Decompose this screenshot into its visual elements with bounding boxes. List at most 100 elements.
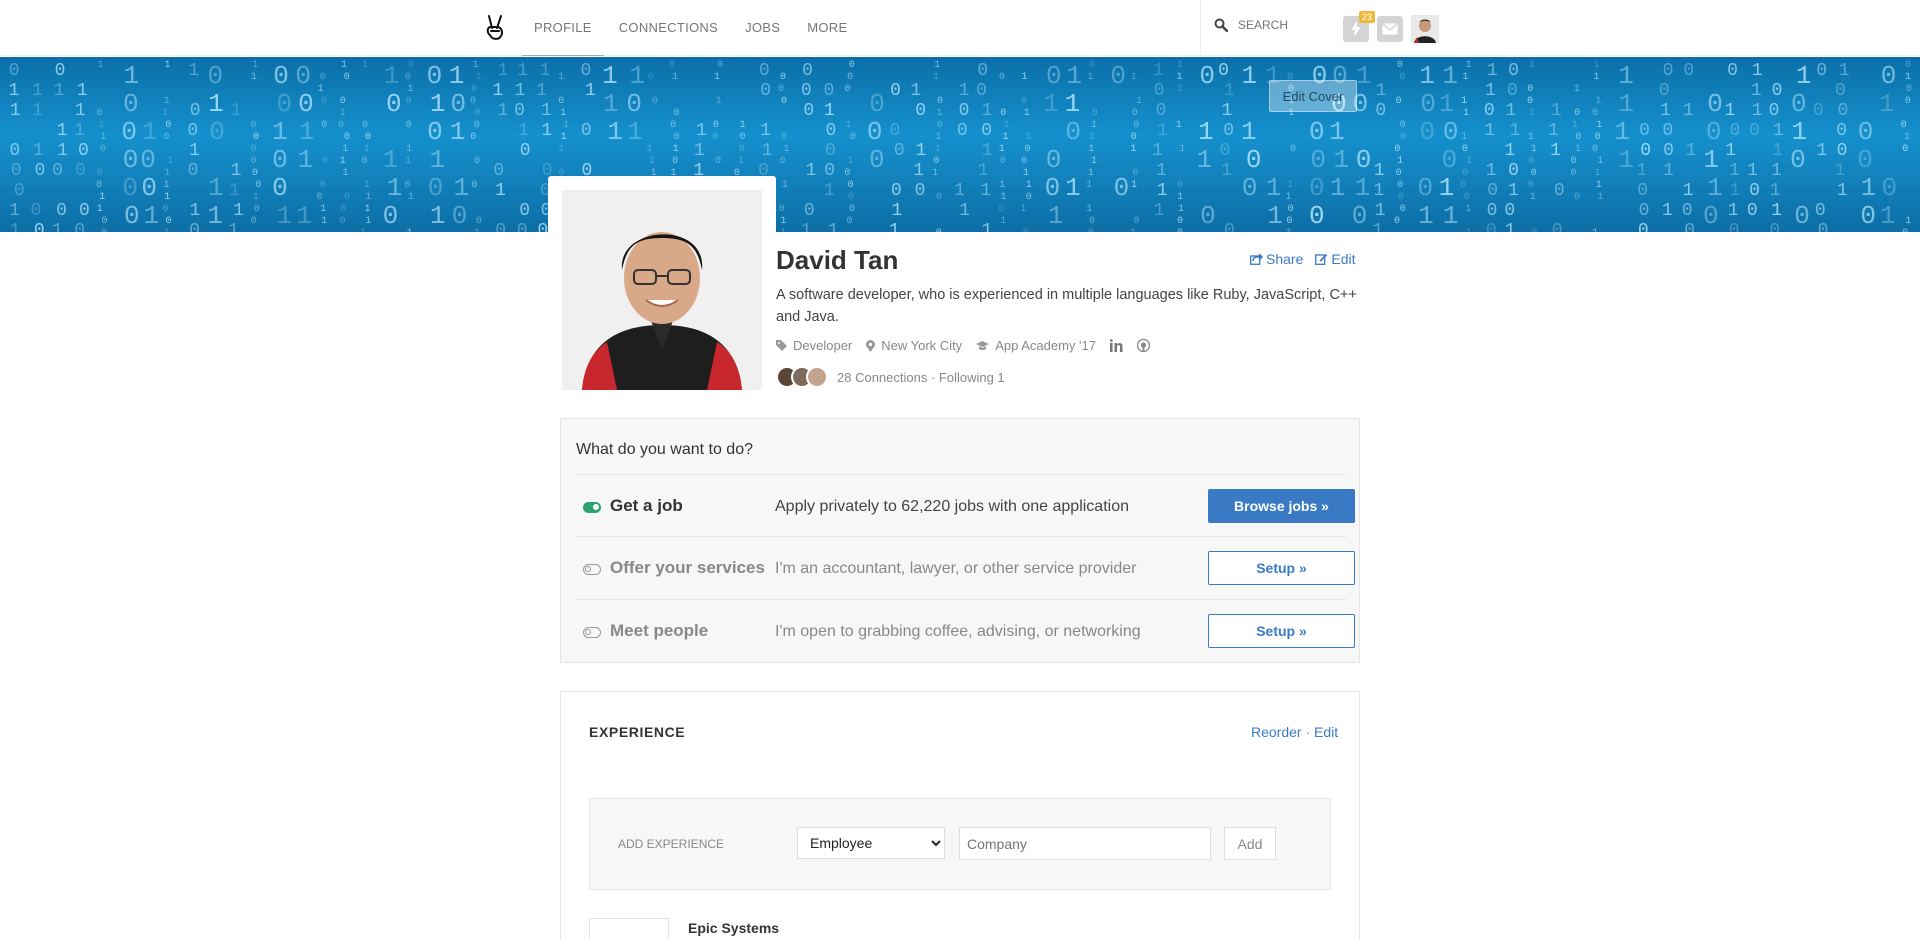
nav-more-link[interactable]: More [807,0,847,56]
svg-text:0: 0 [1177,216,1183,227]
svg-text:1: 1 [207,201,223,231]
svg-text:1: 1 [1419,61,1435,91]
svg-text:1: 1 [1484,121,1495,141]
svg-text:1: 1 [189,141,200,161]
svg-text:1: 1 [801,221,812,232]
nav-jobs-link[interactable]: Jobs [745,0,780,56]
edit-experience-link[interactable]: Edit [1314,724,1338,740]
svg-text:0: 0 [760,81,771,101]
svg-text:0: 0 [1134,216,1140,227]
intent-panel: What do you want to do? Get a job Apply … [560,418,1360,663]
get-job-toggle[interactable] [583,502,601,513]
svg-text:1: 1 [1796,61,1812,91]
svg-text:1: 1 [1508,181,1519,201]
svg-text:0: 0 [1395,96,1401,107]
svg-text:1: 1 [1816,141,1827,161]
svg-text:0: 0 [674,132,680,143]
victory-hand-logo-icon[interactable] [482,13,508,43]
notifications-button[interactable]: 23 [1343,11,1375,42]
svg-text:1: 1 [982,101,993,121]
svg-text:1: 1 [1089,132,1095,143]
svg-text:0: 0 [253,132,259,143]
company-name[interactable]: Epic Systems [688,920,779,936]
svg-text:1: 1 [760,121,771,141]
meet-people-toggle[interactable] [583,627,601,638]
svg-text:1: 1 [1550,141,1561,161]
svg-text:0: 0 [75,161,86,181]
share-button[interactable]: Share [1250,251,1303,267]
svg-text:1: 1 [1179,144,1185,155]
svg-text:1: 1 [536,81,547,101]
svg-text:0: 0 [759,61,770,81]
svg-text:1: 1 [1418,201,1434,231]
github-link[interactable] [1136,339,1150,352]
company-input[interactable] [959,827,1211,860]
school-tag[interactable]: App Academy '17 [976,338,1096,353]
svg-text:1: 1 [1466,228,1472,232]
svg-text:1: 1 [406,144,412,155]
svg-text:1: 1 [982,141,993,161]
svg-text:1: 1 [208,173,224,203]
svg-text:0: 0 [1309,173,1325,203]
svg-text:0: 0 [472,180,478,191]
svg-text:0: 0 [824,81,835,101]
profile-photo[interactable] [562,190,762,390]
svg-text:1: 1 [1439,89,1455,119]
browse-jobs-button[interactable]: Browse jobs » [1208,489,1355,523]
svg-text:0: 0 [321,120,327,131]
meet-people-setup-button[interactable]: Setup » [1208,614,1355,648]
svg-text:1: 1 [1241,117,1257,147]
svg-text:1: 1 [515,81,526,101]
nav-profile-link[interactable]: Profile [522,0,604,56]
user-avatar[interactable] [1411,15,1439,43]
role-tag[interactable]: Developer [776,338,852,353]
offer-services-toggle[interactable] [583,564,601,575]
svg-text:0: 0 [1046,61,1062,91]
reorder-link[interactable]: Reorder [1251,724,1302,740]
offer-services-setup-button[interactable]: Setup » [1208,551,1355,585]
svg-text:1: 1 [1086,204,1092,215]
svg-text:1: 1 [360,228,366,232]
location-tag[interactable]: New York City [866,338,962,353]
svg-text:1: 1 [100,132,106,143]
svg-text:0: 0 [1397,180,1403,191]
linkedin-link[interactable] [1109,339,1123,352]
edit-profile-button[interactable]: Edit [1315,251,1355,267]
svg-text:0: 0 [933,156,939,167]
svg-text:1: 1 [1772,141,1783,161]
svg-text:0: 0 [804,201,815,221]
svg-text:1: 1 [495,181,506,201]
svg-text:1: 1 [387,173,403,203]
edit-cover-button[interactable]: Edit Cover [1269,80,1357,112]
svg-text:1: 1 [1485,81,1496,101]
svg-text:0: 0 [869,145,885,175]
svg-text:1: 1 [164,96,170,107]
search-input[interactable] [1238,18,1318,32]
svg-text:0: 0 [1790,145,1806,175]
connections-summary[interactable]: 28 Connections · Following 1 [776,366,1005,388]
svg-text:1: 1 [824,181,835,201]
svg-text:1: 1 [188,61,199,81]
svg-text:1: 1 [97,204,103,215]
svg-text:1: 1 [1683,101,1694,121]
svg-text:0: 0 [1662,121,1673,141]
svg-text:1: 1 [162,108,168,119]
svg-text:0: 0 [1552,221,1563,232]
svg-text:1: 1 [383,145,399,175]
svg-text:0: 0 [1045,173,1061,203]
svg-text:0: 0 [1462,144,1468,155]
svg-text:1: 1 [1004,120,1010,131]
messages-button[interactable] [1377,16,1403,42]
svg-text:1: 1 [782,180,788,191]
svg-text:1: 1 [1595,96,1601,107]
add-experience-button[interactable]: Add [1224,827,1276,860]
svg-text:0: 0 [778,84,784,95]
svg-text:0: 0 [165,120,171,131]
svg-text:1: 1 [607,117,623,147]
nav-connections-link[interactable]: Connections [619,0,718,56]
svg-text:0: 0 [1595,132,1601,143]
experience-type-select[interactable]: Employee [797,827,945,859]
svg-text:0: 0 [320,180,326,191]
svg-text:1: 1 [1091,156,1097,167]
svg-text:1: 1 [1443,201,1459,231]
